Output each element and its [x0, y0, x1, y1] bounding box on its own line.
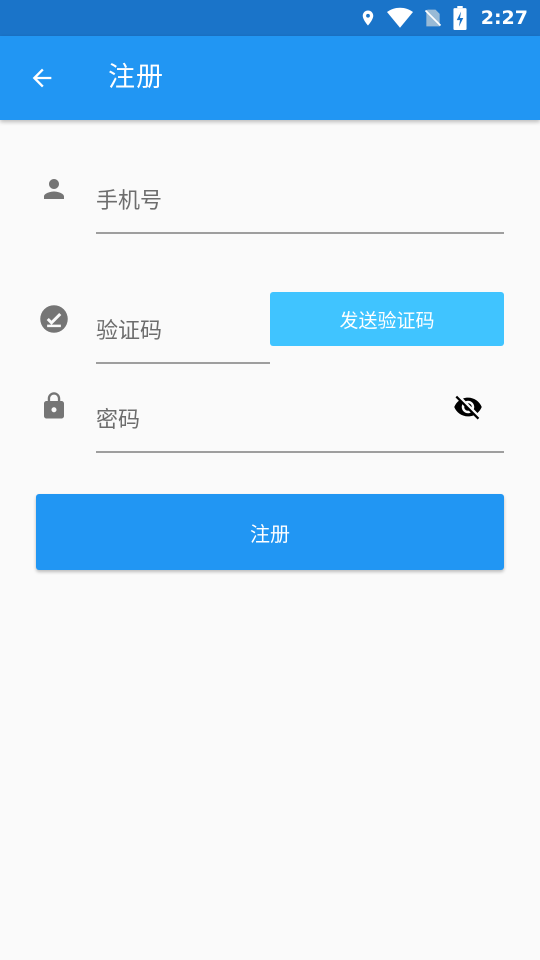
code-field — [96, 300, 270, 364]
lock-icon — [44, 392, 64, 419]
check-circle-icon — [40, 305, 68, 333]
phone-field — [96, 170, 504, 234]
wifi-icon — [386, 7, 413, 28]
back-button[interactable] — [20, 58, 64, 98]
no-sim-icon — [424, 9, 441, 27]
eye-off-icon — [454, 395, 482, 420]
phone-input[interactable] — [96, 170, 504, 232]
arrow-left-icon — [32, 68, 52, 88]
password-input[interactable] — [96, 389, 504, 451]
password-visibility-toggle[interactable] — [448, 390, 488, 424]
person-icon — [44, 179, 64, 199]
location-icon — [362, 10, 373, 26]
status-time: 2:27 — [480, 7, 528, 29]
page-title: 注册 — [108, 62, 164, 93]
status-bar: 2:27 — [0, 0, 540, 36]
code-input[interactable] — [96, 300, 270, 362]
register-button[interactable]: 注册 — [36, 494, 504, 570]
app-bar: 注册 — [0, 36, 540, 120]
send-code-button[interactable]: 发送验证码 — [270, 292, 504, 346]
status-icons: 2:27 — [359, 6, 528, 30]
password-field — [96, 389, 504, 453]
battery-charging-icon — [453, 6, 467, 30]
